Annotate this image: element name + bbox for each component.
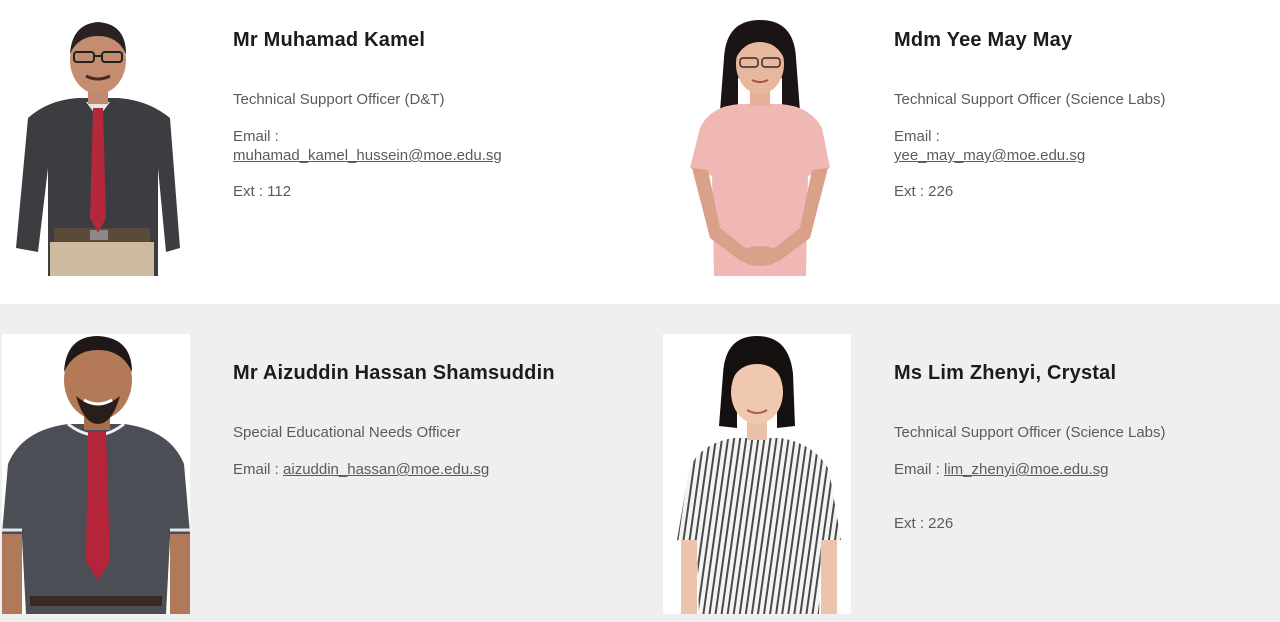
- staff-photo: [8, 18, 188, 276]
- staff-role: Technical Support Officer (D&T): [233, 91, 445, 108]
- staff-photo: [2, 334, 190, 614]
- staff-name: Mr Muhamad Kamel: [233, 29, 426, 51]
- staff-email-block: Email : yee_may_may@moe.edu.sg: [894, 127, 1085, 165]
- email-link[interactable]: aizuddin_hassan@moe.edu.sg: [283, 461, 489, 478]
- staff-name: Mdm Yee May May: [894, 29, 1073, 51]
- email-link[interactable]: muhamad_kamel_hussein@moe.edu.sg: [233, 147, 502, 164]
- staff-photo: [663, 334, 851, 614]
- email-link[interactable]: lim_zhenyi@moe.edu.sg: [944, 461, 1108, 478]
- staff-extension: Ext : 112: [233, 183, 292, 200]
- staff-photo: [670, 18, 850, 276]
- staff-extension: Ext : 226: [894, 515, 954, 532]
- staff-extension: Ext : 226: [894, 183, 954, 200]
- staff-email-block: Email : muhamad_kamel_hussein@moe.edu.sg: [233, 127, 502, 165]
- staff-name: Ms Lim Zhenyi, Crystal: [894, 362, 1117, 384]
- email-label: Email :: [894, 128, 940, 145]
- staff-role: Technical Support Officer (Science Labs): [894, 91, 1166, 108]
- email-label: Email :: [233, 461, 279, 478]
- staff-info: Mr Muhamad Kamel Technical Support Offic…: [233, 28, 633, 228]
- staff-role: Special Educational Needs Officer: [233, 424, 461, 441]
- staff-role: Technical Support Officer (Science Labs): [894, 424, 1166, 441]
- staff-info: Ms Lim Zhenyi, Crystal Technical Support…: [894, 361, 1280, 561]
- staff-email-block: Email : aizuddin_hassan@moe.edu.sg: [233, 460, 489, 479]
- staff-name: Mr Aizuddin Hassan Shamsuddin: [233, 362, 555, 384]
- staff-email-block: Email : lim_zhenyi@moe.edu.sg: [894, 460, 1109, 479]
- staff-info: Mr Aizuddin Hassan Shamsuddin Special Ed…: [233, 361, 633, 501]
- email-label: Email :: [233, 128, 279, 145]
- email-link[interactable]: yee_may_may@moe.edu.sg: [894, 147, 1085, 164]
- email-label: Email :: [894, 461, 940, 478]
- staff-info: Mdm Yee May May Technical Support Office…: [894, 28, 1280, 228]
